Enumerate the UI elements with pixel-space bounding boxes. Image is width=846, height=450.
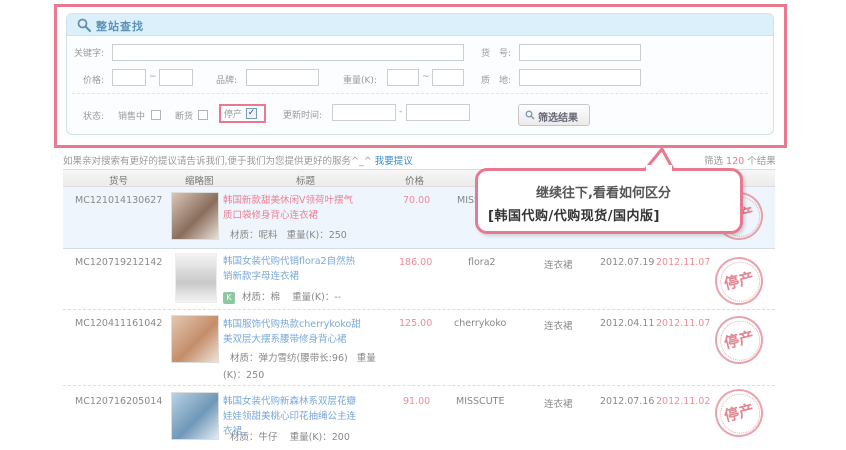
filter-results-button[interactable]: 筛选结果 [518,104,590,126]
discontinued-stamp: 停产 [709,251,769,311]
update-time-label: 更新时间: [283,111,323,121]
keyword-label: 关键字: [74,49,105,59]
panel-title: 整站查找 [96,20,144,33]
date-range-sep: - [399,107,403,117]
item-code: MC120716205014 [75,396,163,407]
result-count-suffix: 个结果 [747,156,776,167]
product-meta: 材质：呢料 重量(K)：250 [230,228,370,243]
stopped-date: 2012.11.07 [656,318,711,329]
product-weight: 重量(K)：200 [289,432,350,443]
listed-date: 2012.07.19 [600,257,655,268]
listed-date: 2012.07.16 [600,396,655,407]
feedback-notice: 如果亲对搜索有更好的提议请告诉我们,便于我们为您提供更好的服务^_^ 我要提议 [63,153,413,167]
magnifier-icon [525,110,535,120]
status-stopped-label: 停产 [224,110,243,120]
weight-min-input[interactable] [387,69,419,86]
product-category: 连衣裙 [544,321,573,332]
status-on-sale-label: 销售中 [118,112,146,122]
price-max-input[interactable] [159,69,193,86]
product-weight: 重量(K)：250 [286,230,347,241]
discontinued-stamp: 停产 [709,383,769,443]
col-code: 货号 [109,176,129,187]
col-thumb: 缩略图 [185,176,214,187]
product-material: 材质：牛仔 [230,432,278,443]
product-brand: cherrykoko [454,318,507,329]
product-brand: flora2 [468,257,496,268]
status-new-checkbox[interactable] [198,110,208,120]
product-category: 连衣裙 [544,260,573,271]
stopped-date: 2012.11.02 [656,396,711,407]
product-meta: 材质：牛仔 重量(K)：200 [230,430,380,445]
feedback-notice-text: 如果亲对搜索有更好的提议请告诉我们,便于我们为您提供更好的服务^_^ [63,156,372,167]
product-title[interactable]: 韩国女装代购代销flora2自然热销新款字母连衣裙 [223,254,361,284]
material-label: 质 地: [481,76,512,86]
result-count-number: 120 [726,156,745,167]
product-price: 186.00 [399,257,433,268]
col-price: 价格 [405,176,425,187]
stopped-date: 2012.11.07 [656,257,711,268]
item-code: MC120719212142 [75,257,163,268]
item-code: MC120411161042 [75,318,163,329]
product-price: 91.00 [403,396,431,407]
material-input[interactable] [519,69,641,86]
status-stopped-checkbox[interactable]: ✓ [246,108,257,119]
weight-label: 重量(K): [343,76,377,86]
keyword-input[interactable] [112,44,464,61]
price-label: 价格: [83,76,105,86]
update-end-input[interactable] [406,104,470,121]
result-count-prefix: 筛选 [704,156,724,167]
product-title[interactable]: 韩国新款甜美休闲V领荷叶摆气质口袋修身背心连衣裙 [223,193,361,223]
discontinued-stamp: 停产 [709,310,769,370]
callout-bubble [475,168,743,234]
product-category: 连衣裙 [544,399,573,410]
status-on-sale-checkbox[interactable] [151,110,161,120]
callout-pointer-mask [646,165,672,173]
weight-max-input[interactable] [432,69,464,86]
product-material: 材质：呢料 [230,230,278,241]
product-price: 125.00 [399,318,433,329]
weight-range-sep: ~ [422,72,430,82]
product-weight: 重量(K)：-- [292,292,342,303]
table-row[interactable]: MC120719212142 韩国女装代购代销flora2自然热销新款字母连衣裙… [63,249,775,311]
product-badge: K [223,291,235,304]
product-weight: (K)：250 [223,370,265,381]
table-row[interactable]: MC120411161042 韩国服饰代购热款cherrykoko甜美双层大摆系… [63,310,775,386]
item-code: MC121014130627 [75,195,163,206]
callout-text-line2: [韩国代购/代购现货/国内版] [488,209,660,224]
product-weight-label: 重量 [356,353,376,364]
status-label: 状态: [83,112,105,122]
table-row[interactable]: MC120716205014 韩国女装代购新森林系双层花瓣娃娃领甜美桃心印花抽绳… [63,383,775,450]
price-range-sep: ~ [149,72,157,82]
form-divider [72,93,768,94]
col-title: 标题 [296,176,316,187]
product-meta: K 材质：棉 重量(K)：-- [223,290,373,305]
result-count: 筛选 120 个结果 [704,153,776,167]
brand-input[interactable] [246,69,319,86]
product-thumbnail[interactable] [175,253,217,303]
product-material: 材质：弹力雪纺(腰带长:96) [230,353,348,364]
item-no-label: 货 号: [481,49,512,59]
product-brand: MISSCUTE [456,396,505,407]
search-icon [77,18,92,33]
product-thumbnail[interactable] [171,392,219,440]
product-thumbnail[interactable] [171,192,219,240]
search-panel-header [67,14,773,36]
callout-text-line1: 继续往下,看看如何区分 [536,186,671,201]
product-meta: 材质：弹力雪纺(腰带长:96) 重量 [230,351,390,366]
product-price: 70.00 [403,195,431,206]
item-no-input[interactable] [519,44,641,61]
suggest-link[interactable]: 我要提议 [375,156,413,167]
listed-date: 2012.04.11 [600,318,655,329]
price-min-input[interactable] [112,69,146,86]
product-title[interactable]: 韩国服饰代购热款cherrykoko甜美双层大摆系腰带修身背心裙 [223,317,361,347]
status-new-label: 断货 [175,112,194,122]
brand-label: 品牌: [216,76,238,86]
update-start-input[interactable] [332,104,396,121]
product-material: 材质：棉 [242,292,281,303]
filter-results-label: 筛选结果 [538,113,578,124]
product-thumbnail[interactable] [171,315,219,363]
